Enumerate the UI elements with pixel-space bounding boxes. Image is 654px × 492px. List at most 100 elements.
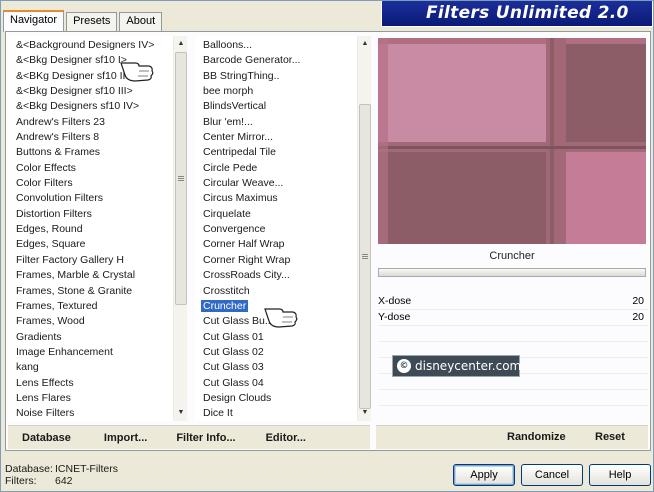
database-value: ICNET-Filters <box>55 463 118 475</box>
filter-info-button[interactable]: Filter Info... <box>176 432 235 444</box>
param-row-empty <box>378 390 648 406</box>
filter-item[interactable]: Cut Glass 04 <box>203 376 371 391</box>
category-item-label: Lens Flares <box>16 391 71 404</box>
database-info: Database: ICNET-Filters Filters: 642 <box>5 463 118 487</box>
filter-item[interactable]: Barcode Generator... <box>203 53 371 68</box>
filter-item[interactable]: Center Mirror... <box>203 130 371 145</box>
filter-scrollbar[interactable]: ▲ ▼ <box>357 36 371 421</box>
filter-item[interactable]: Blur 'em!... <box>203 115 371 130</box>
filter-item[interactable]: Cut Glass 01 <box>203 330 371 345</box>
filter-item[interactable]: Balloons... <box>203 38 371 53</box>
category-item[interactable]: &<Bkg Designers sf10 IV> <box>16 99 187 114</box>
cancel-button[interactable]: Cancel <box>521 464 583 486</box>
scroll-down-icon[interactable]: ▼ <box>176 408 186 418</box>
category-item[interactable]: Distortion Filters <box>16 207 187 222</box>
filter-list[interactable]: Balloons... Barcode Generator... BB String… <box>195 36 371 421</box>
scroll-thumb[interactable] <box>359 104 371 409</box>
cruncher-preview-graphic <box>378 38 646 244</box>
category-item-label: Convolution Filters <box>16 192 103 205</box>
category-item-label: Andrew's Filters 23 <box>16 115 105 128</box>
scroll-up-icon[interactable]: ▲ <box>176 39 186 49</box>
category-item-label: Image Enhancement <box>16 345 113 358</box>
category-item[interactable]: Convolution Filters <box>16 191 187 206</box>
filter-item[interactable]: CrossRoads City... <box>203 268 371 283</box>
category-item[interactable]: Frames, Wood <box>16 314 187 329</box>
category-item-label: Buttons & Frames <box>16 146 101 159</box>
filter-item-label: Centripedal Tile <box>203 146 276 159</box>
category-item[interactable]: &<Background Designers IV> <box>16 38 187 53</box>
category-item[interactable]: Andrew's Filters 23 <box>16 115 187 130</box>
category-scrollbar[interactable]: ▲ ▼ <box>173 36 187 421</box>
filter-item[interactable]: Cut Glass 03 <box>203 360 371 375</box>
filter-item-label: Corner Half Wrap <box>203 238 285 251</box>
category-item[interactable]: Frames, Textured <box>16 299 187 314</box>
category-item[interactable]: Edges, Square <box>16 237 187 252</box>
reset-button[interactable]: Reset <box>595 431 625 443</box>
category-item[interactable]: Frames, Stone & Granite <box>16 284 187 299</box>
category-item-label: Gradients <box>16 330 62 343</box>
filter-item[interactable]: Design Clouds <box>203 391 371 406</box>
category-item-label: Noise Filters <box>16 407 75 420</box>
scroll-down-icon[interactable]: ▼ <box>360 408 370 418</box>
filter-item[interactable]: Crosstitch <box>203 284 371 299</box>
category-item[interactable]: Color Filters <box>16 176 187 191</box>
filter-item-label: Crosstitch <box>203 284 250 297</box>
filter-item[interactable]: BB StringThing.. <box>203 69 371 84</box>
param-row-y-dose[interactable]: Y-dose 20 <box>378 310 648 326</box>
tab-navigator[interactable]: Navigator <box>3 10 65 32</box>
filter-item-label: bee morph <box>203 85 254 98</box>
filter-item-label: Barcode Generator... <box>203 54 301 67</box>
filter-item[interactable]: Cirquelate <box>203 207 371 222</box>
help-button[interactable]: Help <box>589 464 651 486</box>
category-item[interactable]: Filter Factory Gallery H <box>16 253 187 268</box>
category-item[interactable]: Edges, Round <box>16 222 187 237</box>
category-item[interactable]: Frames, Marble & Crystal <box>16 268 187 283</box>
category-item[interactable]: &<Bkg Designer sf10 III> <box>16 84 187 99</box>
filter-item[interactable]: Corner Right Wrap <box>203 253 371 268</box>
filter-item-label: Cut Glass 01 <box>203 330 264 343</box>
category-item[interactable]: &<Bkg Designer sf10 I> <box>16 53 187 68</box>
filter-item[interactable]: Circle Pede <box>203 161 371 176</box>
category-item[interactable]: Lens Flares <box>16 391 187 406</box>
import-button[interactable]: Import... <box>104 432 147 444</box>
category-item-label: &<Background Designers IV> <box>16 39 155 51</box>
tab-presets[interactable]: Presets <box>66 12 118 31</box>
category-item-label: Edges, Round <box>16 223 83 236</box>
category-list[interactable]: &<Background Designers IV> &<Bkg Designer… <box>8 36 187 421</box>
category-item[interactable]: kang <box>16 360 187 375</box>
param-row-x-dose[interactable]: X-dose 20 <box>378 294 648 310</box>
filter-item[interactable]: Cut Glass 02 <box>203 345 371 360</box>
scroll-thumb[interactable] <box>175 52 187 305</box>
filter-item[interactable]: Circular Weave... <box>203 176 371 191</box>
filter-item[interactable]: Dice It <box>203 406 371 421</box>
filter-item[interactable]: Convergence <box>203 222 371 237</box>
filter-item[interactable]: bee morph <box>203 84 371 99</box>
category-item[interactable]: &<BKg Designer sf10 II> <box>16 69 187 84</box>
filter-item[interactable]: BlindsVertical <box>203 99 371 114</box>
editor-button[interactable]: Editor... <box>266 432 306 444</box>
category-item[interactable]: Buttons & Frames <box>16 145 187 160</box>
mickey-icon: © <box>397 359 411 373</box>
tab-about[interactable]: About <box>119 12 163 31</box>
category-item[interactable]: Color Effects <box>16 161 187 176</box>
category-item-label: Lens Effects <box>16 376 74 389</box>
filter-item-label: Convergence <box>203 223 266 236</box>
category-item-label: kang <box>16 361 39 374</box>
filter-item[interactable]: Circus Maximus <box>203 191 371 206</box>
filter-item[interactable]: Centripedal Tile <box>203 145 371 160</box>
apply-button[interactable]: Apply <box>453 464 515 486</box>
category-item-label: Frames, Textured <box>16 299 98 312</box>
category-item[interactable]: Andrew's Filters 8 <box>16 130 187 145</box>
category-item[interactable]: Image Enhancement <box>16 345 187 360</box>
filter-item-label: Dice It <box>203 407 233 420</box>
category-item[interactable]: Lens Effects <box>16 376 187 391</box>
scroll-up-icon[interactable]: ▲ <box>360 39 370 49</box>
category-item[interactable]: Gradients <box>16 330 187 345</box>
category-item-label: Frames, Stone & Granite <box>16 284 133 297</box>
database-button[interactable]: Database <box>22 432 71 444</box>
filter-item[interactable]: Corner Half Wrap <box>203 237 371 252</box>
filter-item-label: Cut Glass 04 <box>203 376 264 389</box>
randomize-button[interactable]: Randomize <box>507 431 566 443</box>
filter-item-label: Balloons... <box>203 39 253 51</box>
category-item[interactable]: Noise Filters <box>16 406 187 421</box>
